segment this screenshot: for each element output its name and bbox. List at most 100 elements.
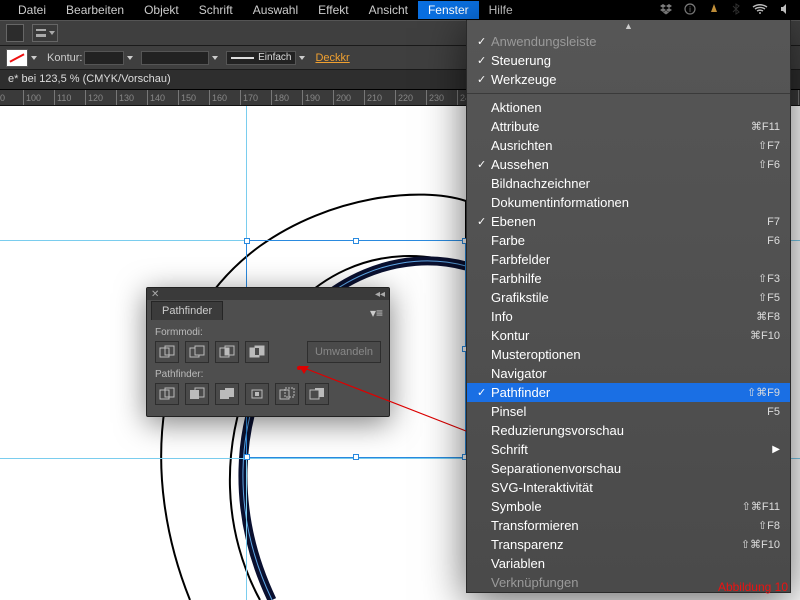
- bluetooth-icon[interactable]: [732, 3, 740, 18]
- menu-item-label: Werkzeuge: [491, 72, 780, 87]
- mi-bearbeiten[interactable]: Bearbeiten: [56, 1, 134, 19]
- mi-schrift[interactable]: Schrift: [189, 1, 243, 19]
- ruler-tick: 140: [147, 90, 165, 106]
- shape-modes-label: Formmodi:: [155, 327, 381, 338]
- menu-item-reduzierungsvorschau[interactable]: Reduzierungsvorschau: [467, 421, 790, 440]
- menu-item-transparenz[interactable]: Transparenz⇧⌘F10: [467, 535, 790, 554]
- dropbox-icon[interactable]: [660, 3, 672, 18]
- menu-item-schrift[interactable]: Schrift▶: [467, 440, 790, 459]
- menu-item-svg-interaktivit-t[interactable]: SVG-Interaktivität: [467, 478, 790, 497]
- ruler-tick: 220: [395, 90, 413, 106]
- menu-item-pathfinder[interactable]: ✓Pathfinder⇧⌘F9: [467, 383, 790, 402]
- menu-item-farbfelder[interactable]: Farbfelder: [467, 250, 790, 269]
- ruler-tick: 130: [116, 90, 134, 106]
- volume-icon[interactable]: [780, 3, 792, 18]
- shape-minus-front-button[interactable]: [185, 341, 209, 363]
- opacity-link[interactable]: Deckkr: [315, 52, 349, 64]
- fenster-menu[interactable]: ▲ ✓Anwendungsleiste✓Steuerung✓WerkzeugeA…: [466, 20, 791, 593]
- menu-item-label: Ebenen: [491, 214, 767, 229]
- panel-close-icon[interactable]: ✕: [151, 289, 159, 300]
- ruler-tick: 90: [0, 90, 5, 106]
- menu-item-separationenvorschau[interactable]: Separationenvorschau: [467, 459, 790, 478]
- menu-item-navigator[interactable]: Navigator: [467, 364, 790, 383]
- menu-item-aktionen[interactable]: Aktionen: [467, 98, 790, 117]
- menu-item-musteroptionen[interactable]: Musteroptionen: [467, 345, 790, 364]
- shape-exclude-button[interactable]: [245, 341, 269, 363]
- menu-item-variablen[interactable]: Variablen: [467, 554, 790, 573]
- ruler-tick: 100: [23, 90, 41, 106]
- pf-outline-button[interactable]: [275, 383, 299, 405]
- mi-fenster[interactable]: Fenster: [418, 1, 479, 19]
- menu-shortcut: F7: [767, 216, 780, 228]
- menu-item-info[interactable]: Info⌘F8: [467, 307, 790, 326]
- menu-item-label: Steuerung: [491, 53, 780, 68]
- panel-menu-icon[interactable]: ▾≡: [370, 306, 383, 320]
- check-icon: ✓: [477, 35, 491, 48]
- notification-icon[interactable]: [708, 3, 720, 18]
- menu-item-bildnachzeichner[interactable]: Bildnachzeichner: [467, 174, 790, 193]
- mi-ansicht[interactable]: Ansicht: [359, 1, 418, 19]
- menu-item-label: Aktionen: [491, 100, 780, 115]
- mi-hilfe[interactable]: Hilfe: [479, 1, 523, 19]
- menu-shortcut: ⇧F8: [758, 519, 780, 532]
- workspace-switcher[interactable]: [32, 24, 58, 42]
- expand-button[interactable]: Umwandeln: [307, 341, 381, 363]
- mi-datei[interactable]: Datei: [8, 1, 56, 19]
- menu-item-werkzeuge[interactable]: ✓Werkzeuge: [467, 70, 790, 89]
- mi-objekt[interactable]: Objekt: [134, 1, 189, 19]
- stroke-color[interactable]: [141, 49, 218, 67]
- home-button[interactable]: [6, 24, 24, 42]
- menu-item-symbole[interactable]: Symbole⇧⌘F11: [467, 497, 790, 516]
- pf-divide-button[interactable]: [155, 383, 179, 405]
- panel-collapse-icon[interactable]: ◂◂: [375, 289, 385, 300]
- menu-item-farbe[interactable]: FarbeF6: [467, 231, 790, 250]
- menu-scroll-up-icon[interactable]: ▲: [467, 20, 790, 32]
- wifi-icon[interactable]: [752, 3, 768, 18]
- stroke-weight[interactable]: [84, 49, 133, 67]
- pf-trim-button[interactable]: [185, 383, 209, 405]
- pathfinder-panel[interactable]: ✕ ◂◂ Pathfinder ▾≡ Formmodi: Umwandeln P…: [146, 287, 390, 417]
- figure-caption: Abbildung 10: [718, 580, 788, 594]
- menu-item-kontur[interactable]: Kontur⌘F10: [467, 326, 790, 345]
- shape-intersect-button[interactable]: [215, 341, 239, 363]
- brush-def[interactable]: Einfach: [226, 49, 305, 67]
- shape-unite-button[interactable]: [155, 341, 179, 363]
- menu-item-label: Attribute: [491, 119, 751, 134]
- pf-minus-back-button[interactable]: [305, 383, 329, 405]
- check-icon: ✓: [477, 54, 491, 67]
- menu-item-label: Ausrichten: [491, 138, 758, 153]
- check-icon: ✓: [477, 158, 491, 171]
- menu-item-label: Separationenvorschau: [491, 461, 780, 476]
- panel-tab-pathfinder[interactable]: Pathfinder: [151, 301, 223, 320]
- menu-item-transformieren[interactable]: Transformieren⇧F8: [467, 516, 790, 535]
- menu-item-farbhilfe[interactable]: Farbhilfe⇧F3: [467, 269, 790, 288]
- menubar: Datei Bearbeiten Objekt Schrift Auswahl …: [0, 0, 800, 20]
- menu-shortcut: F6: [767, 235, 780, 247]
- menu-shortcut: ⇧⌘F9: [747, 386, 780, 399]
- menu-item-ausrichten[interactable]: Ausrichten⇧F7: [467, 136, 790, 155]
- fill-swatch[interactable]: [6, 49, 37, 67]
- menu-item-label: Kontur: [491, 328, 750, 343]
- menu-shortcut: F5: [767, 406, 780, 418]
- menu-shortcut: ⇧F7: [758, 139, 780, 152]
- ruler-tick: 190: [302, 90, 320, 106]
- menu-item-anwendungsleiste[interactable]: ✓Anwendungsleiste: [467, 32, 790, 51]
- info-icon[interactable]: i: [684, 3, 696, 18]
- menu-shortcut: ⇧⌘F10: [741, 538, 780, 551]
- menu-item-ebenen[interactable]: ✓EbenenF7: [467, 212, 790, 231]
- menu-item-attribute[interactable]: Attribute⌘F11: [467, 117, 790, 136]
- menu-item-label: Musteroptionen: [491, 347, 780, 362]
- menu-item-pinsel[interactable]: PinselF5: [467, 402, 790, 421]
- pf-merge-button[interactable]: [215, 383, 239, 405]
- pf-crop-button[interactable]: [245, 383, 269, 405]
- mi-effekt[interactable]: Effekt: [308, 1, 358, 19]
- menu-item-steuerung[interactable]: ✓Steuerung: [467, 51, 790, 70]
- menu-item-grafikstile[interactable]: Grafikstile⇧F5: [467, 288, 790, 307]
- menu-item-aussehen[interactable]: ✓Aussehen⇧F6: [467, 155, 790, 174]
- menu-shortcut: ⌘F11: [751, 120, 780, 133]
- system-tray: i: [660, 3, 800, 18]
- menu-item-dokumentinformationen[interactable]: Dokumentinformationen: [467, 193, 790, 212]
- ruler-tick: 210: [364, 90, 382, 106]
- mi-auswahl[interactable]: Auswahl: [243, 1, 308, 19]
- menu-shortcut: ⌘F8: [756, 310, 780, 323]
